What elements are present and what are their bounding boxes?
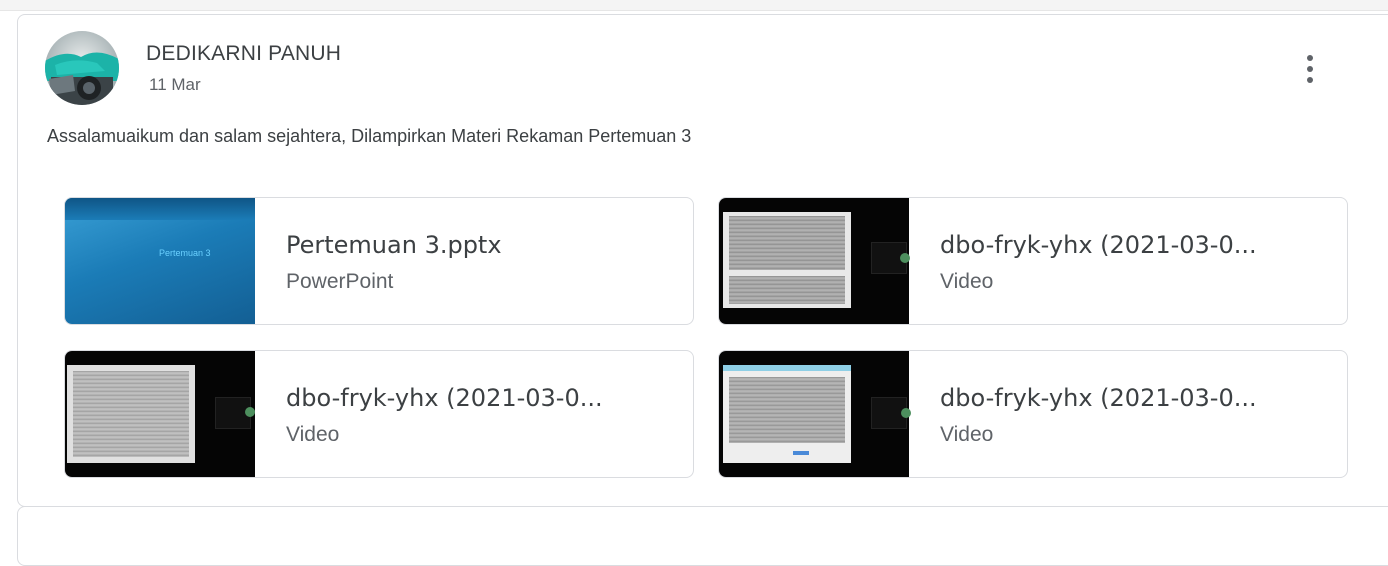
- avatar-image: [45, 31, 119, 105]
- attachment-thumbnail: [719, 198, 910, 324]
- attachment-title: dbo-fryk-yhx (2021-03-0...: [286, 384, 603, 412]
- next-post-card: [17, 506, 1388, 566]
- participant-icon: [245, 407, 255, 417]
- attachment-thumbnail: [719, 351, 911, 477]
- more-vert-icon: [1307, 55, 1313, 83]
- participant-icon: [901, 408, 911, 418]
- attachment-title: dbo-fryk-yhx (2021-03-0...: [940, 231, 1257, 259]
- attachment-thumbnail: Pertemuan 3: [65, 198, 255, 324]
- attachment-type: Video: [940, 270, 994, 293]
- slide-title-text: Pertemuan 3: [159, 248, 211, 258]
- participant-icon: [900, 253, 910, 263]
- author-name: DEDIKARNI PANUH: [146, 42, 342, 65]
- post-body-text: Assalamuaikum dan salam sejahtera, Dilam…: [47, 126, 692, 146]
- post-date[interactable]: 11 Mar: [149, 75, 201, 95]
- attachment-card-video[interactable]: dbo-fryk-yhx (2021-03-0... Video: [64, 350, 694, 478]
- attachment-card-video[interactable]: dbo-fryk-yhx (2021-03-0... Video: [718, 197, 1348, 325]
- attachment-card-pptx[interactable]: Pertemuan 3 Pertemuan 3.pptx PowerPoint: [64, 197, 694, 325]
- attachment-title: dbo-fryk-yhx (2021-03-0...: [940, 384, 1257, 412]
- attachment-thumbnail: [65, 351, 255, 477]
- attachment-type: PowerPoint: [286, 270, 394, 293]
- attachment-type: Video: [286, 423, 340, 446]
- more-options-button[interactable]: [1288, 47, 1332, 91]
- attachment-card-video[interactable]: dbo-fryk-yhx (2021-03-0... Video: [718, 350, 1348, 478]
- attachment-type: Video: [940, 423, 994, 446]
- attachment-title: Pertemuan 3.pptx: [286, 231, 502, 259]
- previous-card-edge: [0, 0, 1388, 11]
- avatar[interactable]: [45, 31, 119, 105]
